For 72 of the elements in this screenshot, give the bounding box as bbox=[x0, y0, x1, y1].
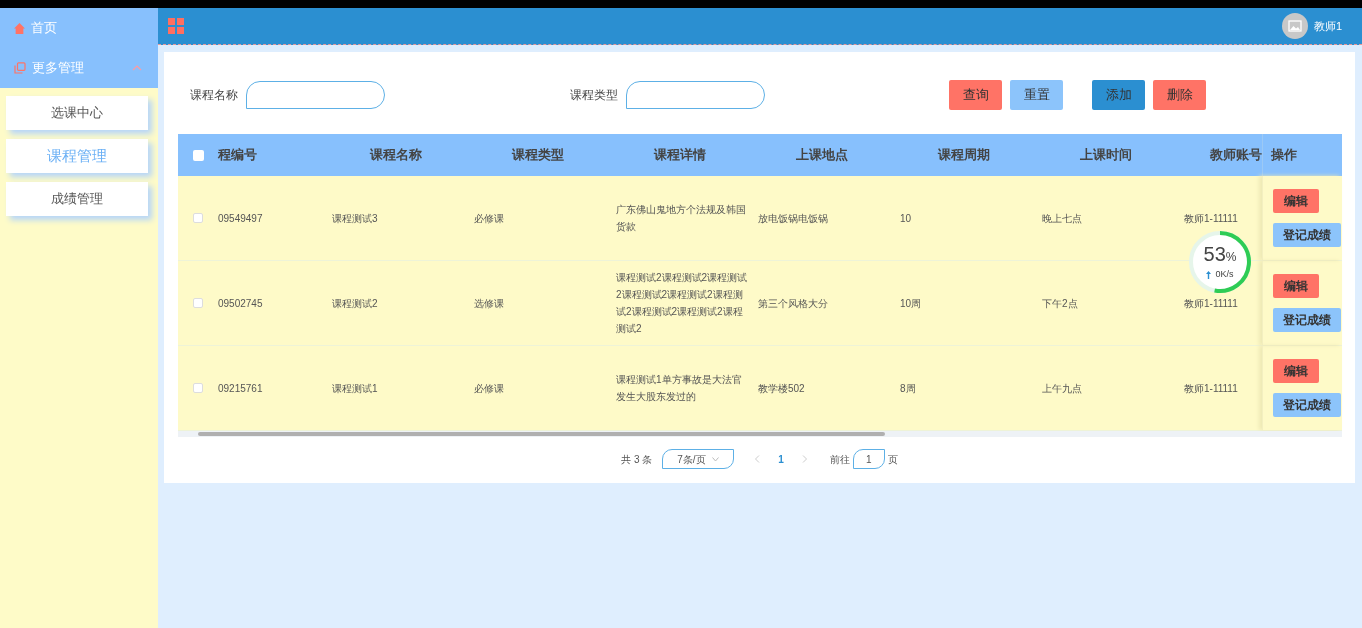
toolbar-button[interactable]: 查询 bbox=[949, 80, 1002, 110]
next-page-icon[interactable] bbox=[801, 455, 808, 463]
sidebar-item[interactable]: 选课中心 bbox=[6, 96, 148, 130]
previous-page-icon[interactable] bbox=[754, 455, 761, 463]
grade-button[interactable]: 登记成绩 bbox=[1273, 223, 1341, 247]
table-cell-text: 8周 bbox=[900, 381, 917, 396]
column-header: 课程详情 bbox=[652, 146, 707, 165]
goto-page-input[interactable]: 1 bbox=[852, 449, 885, 469]
goto-label: 前往 bbox=[829, 452, 850, 467]
page-number[interactable]: 1 bbox=[770, 451, 792, 467]
avatar-image-icon[interactable] bbox=[1281, 13, 1308, 39]
table-cell-text: 晚上七点 bbox=[1042, 211, 1083, 226]
filter-label: 课程名称 bbox=[190, 87, 238, 104]
filter-label: 课程类型 bbox=[570, 87, 618, 104]
row-checkbox[interactable] bbox=[193, 213, 203, 223]
select-all-checkbox[interactable] bbox=[192, 149, 204, 161]
table-cell-text: 必修课 bbox=[474, 381, 505, 396]
table-cell-text: 广东佛山鬼地方个法规及韩国货款 bbox=[616, 203, 747, 234]
filter-input[interactable] bbox=[626, 81, 765, 109]
speed-reading: 0K/s bbox=[1215, 267, 1234, 281]
table-cell-text: 课程测试3 bbox=[332, 211, 379, 226]
user-name: 教师1 bbox=[1313, 18, 1342, 34]
table-cell-text: 教师1-11111 bbox=[1184, 296, 1239, 311]
grade-button[interactable]: 登记成绩 bbox=[1273, 308, 1341, 332]
table-cell-text: 09215761 bbox=[218, 381, 264, 396]
table-cell-text: 课程测试1单方事故是大法官发生大股东发过的 bbox=[616, 373, 743, 404]
table-cell-text: 教学楼502 bbox=[758, 381, 806, 396]
edit-button[interactable]: 编辑 bbox=[1273, 274, 1319, 298]
table-cell-text: 课程测试1 bbox=[332, 381, 379, 396]
sidebar-item[interactable]: 成绩管理 bbox=[6, 182, 148, 216]
table-cell-text: 09502745 bbox=[218, 296, 264, 311]
column-header: 上课时间 bbox=[1079, 146, 1133, 165]
table-cell-text: 下午2点 bbox=[1042, 296, 1079, 311]
table-cell-text: 第三个风格大分 bbox=[758, 296, 829, 311]
table-cell-text: 课程测试2课程测试2课程测试2课程测试2课程测试2课程测试2课程测试2课程测试2课程测试2 bbox=[616, 271, 749, 336]
table-cell-text: 09549497 bbox=[218, 211, 264, 226]
table-cell-text: 10 bbox=[900, 211, 913, 226]
column-header: 课程周期 bbox=[936, 146, 991, 165]
edit-button[interactable]: 编辑 bbox=[1273, 359, 1319, 383]
table-cell-text: 选修课 bbox=[474, 296, 505, 311]
table-cell-text: 课程测试2 bbox=[332, 296, 379, 311]
table-cell-text: 教师1-11111 bbox=[1184, 211, 1239, 226]
edit-button[interactable]: 编辑 bbox=[1273, 189, 1319, 213]
percent-reading: 53% bbox=[1203, 242, 1237, 267]
column-header: 上课地点 bbox=[795, 146, 849, 165]
row-checkbox[interactable] bbox=[193, 298, 203, 308]
toolbar-button[interactable]: 删除 bbox=[1153, 80, 1206, 110]
total-count: 共 3 条 bbox=[621, 452, 653, 467]
filter-input[interactable] bbox=[246, 81, 385, 109]
table-cell-text: 放电饭锅电饭锅 bbox=[758, 211, 829, 226]
upload-arrow-icon bbox=[1206, 270, 1212, 279]
page-size-select[interactable]: 7条/页 bbox=[662, 449, 735, 469]
grade-button[interactable]: 登记成绩 bbox=[1273, 393, 1341, 417]
goto-suffix: 页 bbox=[887, 452, 898, 467]
dropdown-caret-icon bbox=[712, 456, 720, 462]
home-icon bbox=[14, 22, 25, 34]
ring-gauge-icon bbox=[1188, 230, 1252, 294]
table-cell-text: 教师1-11111 bbox=[1184, 381, 1239, 396]
toolbar-button[interactable]: 添加 bbox=[1092, 80, 1145, 110]
column-header: 课程类型 bbox=[510, 146, 565, 165]
table-cell-text: 必修课 bbox=[474, 211, 505, 226]
column-header: 程编号 bbox=[218, 146, 258, 165]
column-header: 教师账号 bbox=[1209, 146, 1262, 165]
toolbar-button[interactable]: 重置 bbox=[1010, 80, 1063, 110]
table-cell-text: 10周 bbox=[900, 296, 923, 311]
column-header: 课程名称 bbox=[368, 146, 423, 165]
copy-icon bbox=[14, 62, 26, 74]
row-checkbox[interactable] bbox=[193, 383, 203, 393]
column-header: 操作 bbox=[1262, 134, 1342, 176]
grid-icon[interactable] bbox=[168, 18, 184, 34]
table-cell-text: 上午九点 bbox=[1042, 381, 1083, 396]
horizontal-scrollbar[interactable] bbox=[198, 432, 885, 436]
